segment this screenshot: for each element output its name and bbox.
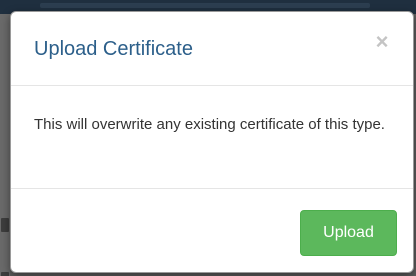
upload-button[interactable]: Upload xyxy=(300,210,397,256)
background-page-edge xyxy=(0,14,10,276)
modal-body: This will overwrite any existing certifi… xyxy=(11,86,413,189)
modal-footer: Upload xyxy=(11,189,413,273)
modal-message: This will overwrite any existing certifi… xyxy=(34,116,385,133)
modal-title: Upload Certificate xyxy=(34,38,193,60)
modal-header: Upload Certificate × xyxy=(11,12,413,86)
upload-certificate-dialog: Upload Certificate × This will overwrite… xyxy=(10,11,414,273)
background-text-fragment xyxy=(1,272,9,276)
background-text-fragment xyxy=(1,218,9,232)
close-icon[interactable]: × xyxy=(373,30,391,54)
background-header-content xyxy=(40,3,370,8)
